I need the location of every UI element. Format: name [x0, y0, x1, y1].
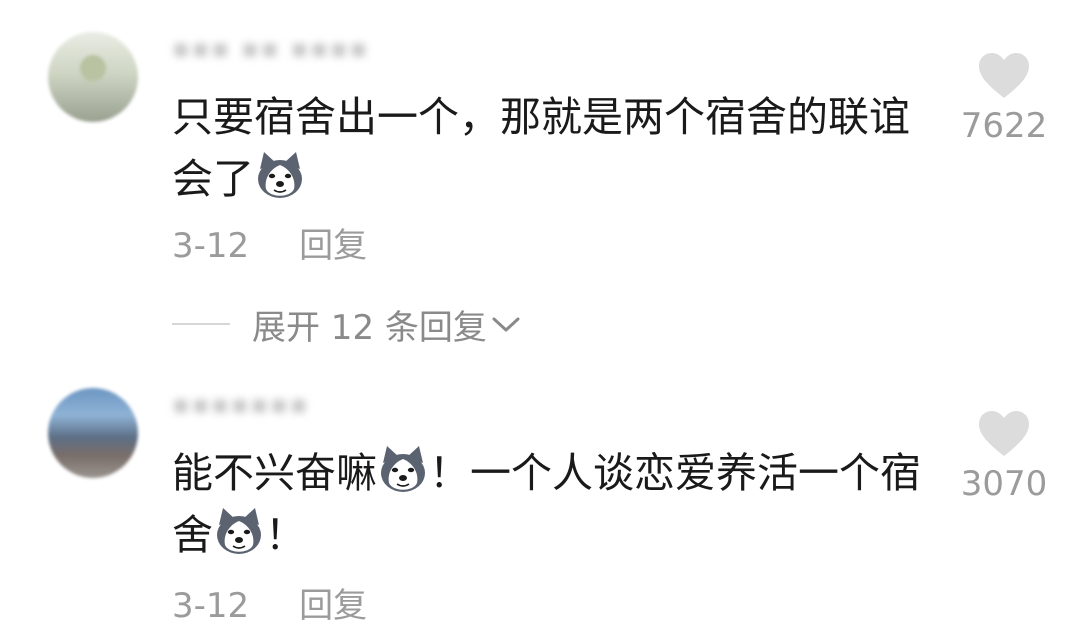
comment-date: 3-12 [172, 226, 250, 266]
heart-icon [979, 411, 1029, 456]
chevron-down-icon [492, 317, 520, 332]
expand-replies-button[interactable]: 展开 12 条回复 [172, 302, 521, 348]
divider [172, 323, 230, 325]
comment-text: 只要宿舍出一个，那就是两个宿舍的联谊会了 [172, 86, 922, 210]
comment-text-part: ！ [265, 511, 306, 559]
heart-icon [979, 53, 1029, 98]
comment-text-part: 能不兴奋嘛 [172, 449, 377, 497]
husky-emoji-icon [381, 446, 425, 492]
like-count: 7622 [960, 106, 1048, 146]
avatar[interactable] [48, 32, 138, 122]
reply-button[interactable]: 回复 [299, 226, 367, 266]
username[interactable]: ▪▪▪ ▪▪ ▪▪▪▪ [172, 36, 369, 62]
husky-emoji-icon [217, 508, 261, 554]
username[interactable]: ▪▪▪▪▪▪▪ [172, 392, 309, 418]
avatar[interactable] [48, 388, 138, 478]
comment-text: 能不兴奋嘛 ！一个人谈恋爱养活一个宿舍 ！ [172, 442, 922, 566]
expand-replies-label: 展开 12 条回复 [252, 307, 487, 348]
like-count: 3070 [960, 464, 1048, 504]
comment-meta: 3-12 回复 [172, 578, 367, 627]
husky-emoji-icon [258, 152, 302, 198]
comment-date: 3-12 [172, 586, 250, 626]
reply-button[interactable]: 回复 [299, 586, 367, 626]
comment-meta: 3-12 回复 [172, 218, 367, 267]
like-button[interactable]: 3070 [954, 410, 1054, 504]
like-button[interactable]: 7622 [954, 52, 1054, 146]
